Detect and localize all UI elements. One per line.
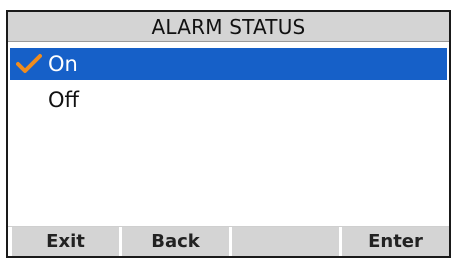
menu-list: On Off: [10, 48, 447, 120]
check-slot-empty: [10, 84, 48, 116]
softkey-label: Back: [151, 231, 200, 252]
softkey-label: Enter: [368, 231, 423, 252]
menu-item-label: On: [48, 52, 78, 76]
enter-softkey[interactable]: Enter: [339, 227, 449, 256]
title-bar: ALARM STATUS: [8, 12, 449, 42]
menu-item-on[interactable]: On: [10, 48, 447, 80]
exit-softkey[interactable]: Exit: [8, 227, 119, 256]
menu-item-label: Off: [48, 88, 79, 112]
softkey-bar: Exit Back Enter: [8, 226, 449, 256]
menu-item-off[interactable]: Off: [10, 84, 447, 116]
checkmark-icon: [10, 48, 48, 80]
lcd-screen: ALARM STATUS On Off Exit Back Enter: [6, 10, 451, 258]
radio-display: ALARM STATUS On Off Exit Back Enter: [0, 0, 455, 260]
softkey-label: Exit: [46, 231, 85, 252]
back-softkey[interactable]: Back: [119, 227, 229, 256]
page-title: ALARM STATUS: [151, 14, 306, 39]
blank-softkey[interactable]: [229, 227, 339, 256]
